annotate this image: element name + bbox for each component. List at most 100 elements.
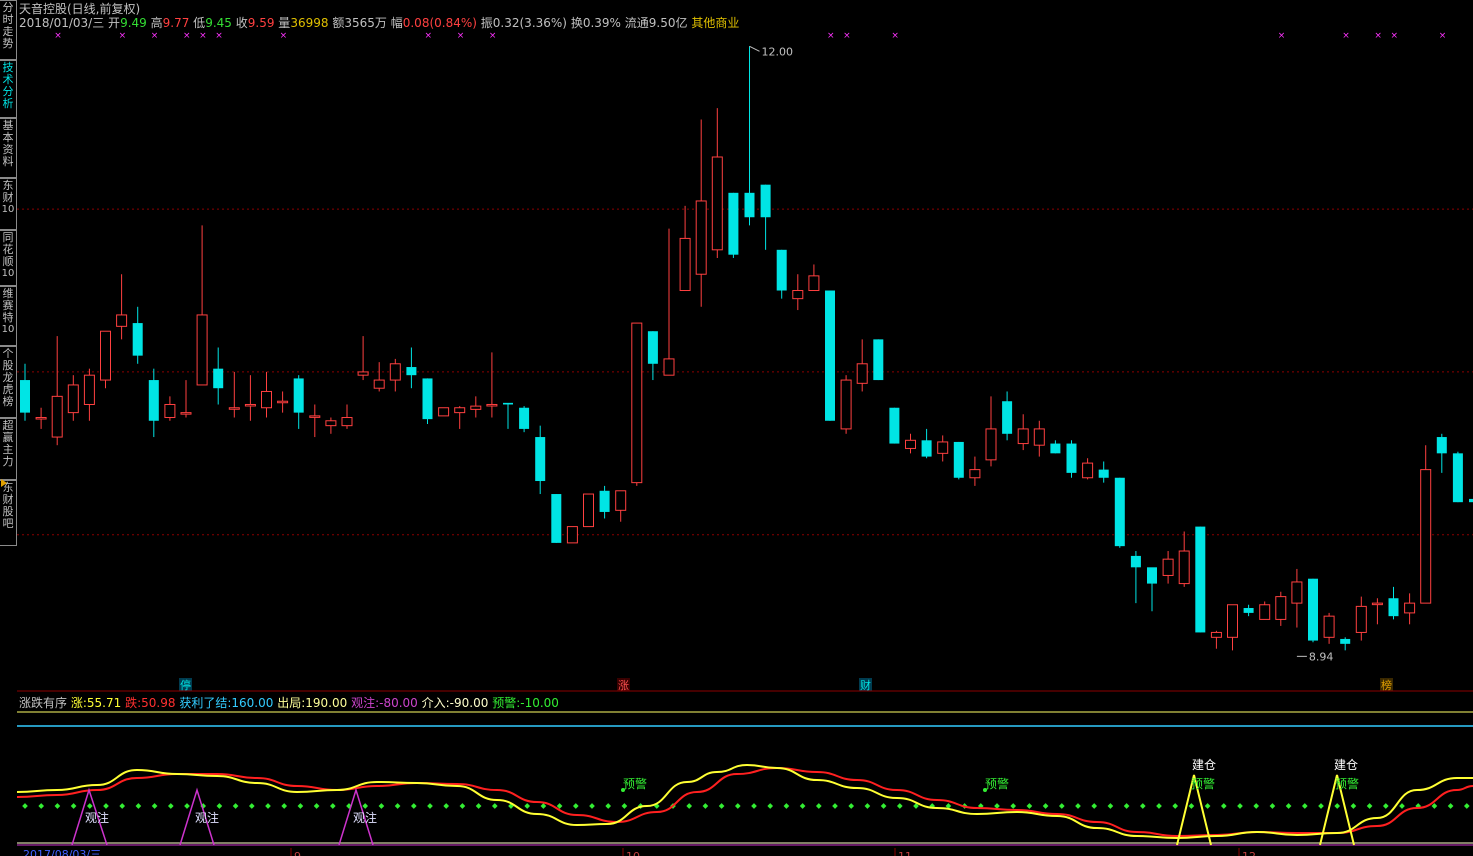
tab-super-main[interactable]: 超赢主力 <box>0 418 17 480</box>
candle-body <box>180 412 192 415</box>
star-mark: × <box>280 31 288 41</box>
candle-body <box>1323 615 1335 638</box>
candle-body <box>1340 638 1351 644</box>
tab-eastmoney[interactable]: 东财 10 <box>0 178 17 230</box>
timeline-label: 10 <box>626 850 640 856</box>
event-tag[interactable]: 榜 <box>1380 678 1393 692</box>
candle <box>373 362 385 392</box>
warn-dot <box>313 803 320 809</box>
timeline-axis: 2017/08/03/三 9 10 11 12 <box>17 848 1473 856</box>
tab-basic-info-label: 基本资料 <box>2 119 14 168</box>
tab-basic-info[interactable]: 基本资料 <box>0 118 17 178</box>
candle <box>695 119 707 307</box>
warn-dot <box>459 803 466 809</box>
star-mark: × <box>827 31 835 41</box>
warn-dot <box>1237 803 1243 809</box>
candle <box>551 494 562 543</box>
candle-body <box>792 290 804 300</box>
warn-dot <box>524 803 531 809</box>
warn-dot <box>1075 803 1081 809</box>
warn-dot <box>151 803 158 809</box>
candle <box>679 205 691 292</box>
candle-body <box>856 363 868 384</box>
timeline-label: 12 <box>1242 850 1256 856</box>
candle-body <box>325 420 337 427</box>
candle-body <box>1259 604 1271 620</box>
warn-dot <box>491 803 498 809</box>
tab-expand-arrow-icon[interactable] <box>1 479 7 487</box>
candle-body <box>67 384 79 414</box>
candle-body <box>244 403 256 407</box>
candle <box>1227 604 1238 651</box>
star-mark: × <box>199 31 207 41</box>
tab-guba-label: 东财股吧 <box>2 481 14 530</box>
chart-canvas[interactable]: × × × × × × × × × × × × × × × × × × 12.00 8.94 停涨财榜 观注 观注观… <box>17 0 1473 856</box>
candle <box>1420 445 1432 604</box>
warn-dot <box>38 803 45 809</box>
candle-body <box>825 290 835 421</box>
warn-dot <box>1350 803 1357 809</box>
tab-weisaite-count: 10 <box>1 324 15 335</box>
candle-body <box>1243 608 1254 613</box>
candle-body <box>83 374 95 405</box>
warn-dot <box>686 803 693 809</box>
tab-tonghuashun-count: 10 <box>1 268 15 279</box>
candle <box>454 406 466 429</box>
candle-body <box>663 358 675 376</box>
star-mark: × <box>1342 31 1350 41</box>
candle-body <box>1195 526 1206 633</box>
warn-dot <box>1285 803 1292 809</box>
warn-dot <box>427 803 433 809</box>
candle-body <box>889 407 900 444</box>
candle-body <box>1098 469 1109 478</box>
tab-intraday[interactable]: 分时走势 <box>0 0 17 60</box>
candle-body <box>583 493 594 528</box>
candle <box>889 407 900 444</box>
candle-body <box>1275 596 1287 620</box>
event-tag[interactable]: 停 <box>179 678 192 692</box>
candle-body <box>1162 558 1174 576</box>
star-mark: × <box>891 31 899 41</box>
candle <box>341 404 353 429</box>
candle-body <box>1355 605 1367 633</box>
candle-body <box>438 407 450 417</box>
candle <box>711 108 723 258</box>
warn-dot <box>1172 803 1179 809</box>
candle-body <box>1066 443 1077 473</box>
warn-dot <box>103 803 109 809</box>
candle <box>1404 593 1416 625</box>
event-tag[interactable]: 涨 <box>617 678 630 692</box>
tab-tonghuashun[interactable]: 同花顺 10 <box>0 230 17 286</box>
tab-guba[interactable]: 东财股吧 <box>0 480 17 546</box>
warn-dot <box>1253 803 1260 809</box>
candle-body <box>116 314 128 327</box>
candle <box>486 352 498 418</box>
tab-tonghuashun-label: 同花顺 <box>2 231 14 268</box>
warn-dot <box>848 803 855 809</box>
warn-dot <box>864 803 871 809</box>
warn-dot <box>1139 803 1146 809</box>
warn-dot <box>1334 803 1341 809</box>
candle-body <box>985 428 997 461</box>
candle <box>261 371 272 418</box>
candle <box>325 417 337 434</box>
candle-body <box>196 314 208 386</box>
event-tag[interactable]: 财 <box>859 678 872 692</box>
warn-dot <box>1269 803 1276 809</box>
warn-dot <box>1366 803 1373 809</box>
warn-dot <box>362 803 369 809</box>
tab-weisaite[interactable]: 维赛特 10 <box>0 286 17 346</box>
warn-label: 预警 <box>623 776 647 791</box>
tab-technical-analysis[interactable]: 技术分析 <box>0 60 17 118</box>
event-tag-text: 停 <box>180 678 191 692</box>
warn-dot <box>54 803 61 809</box>
tab-dragon-tiger[interactable]: 个股龙虎榜 <box>0 346 17 418</box>
candle <box>566 526 578 544</box>
candle <box>1323 612 1335 644</box>
candle-body <box>357 371 369 376</box>
price-markers: 12.00 8.94 <box>749 45 1333 663</box>
warn-dot <box>443 803 450 809</box>
candle-body <box>454 407 466 414</box>
candle <box>1147 567 1157 612</box>
candle <box>51 336 63 446</box>
